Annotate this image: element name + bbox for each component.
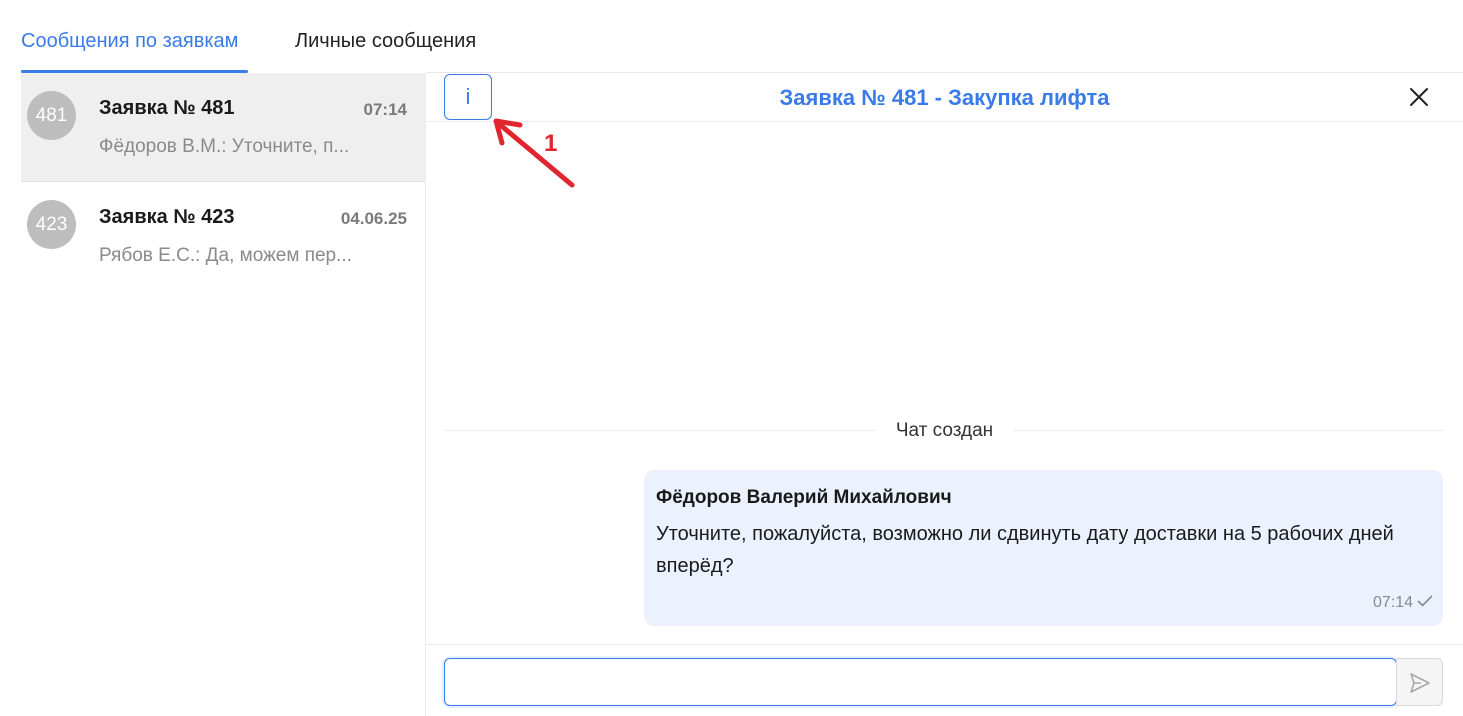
tab-bar: Сообщения по заявкам Личные сообщения xyxy=(21,0,1463,73)
chat-panel: i Заявка № 481 - Закупка лифта 1 Чат соз… xyxy=(426,73,1463,716)
annotation-arrow-icon xyxy=(493,118,575,188)
message-input[interactable] xyxy=(444,658,1397,706)
annotation-number: 1 xyxy=(544,130,558,157)
conversation-time: 04.06.25 xyxy=(340,209,407,228)
conversation-time: 07:14 xyxy=(363,100,407,119)
conversation-title: Заявка № 481 xyxy=(99,97,235,119)
send-icon xyxy=(1410,673,1430,693)
message-bubble: Фёдоров Валерий Михайлович Уточните, пож… xyxy=(644,470,1443,626)
avatar: 423 xyxy=(27,200,76,249)
send-button[interactable] xyxy=(1396,658,1443,706)
conversation-item-481[interactable]: 481 Заявка № 481 07:14 Фёдоров В.М.: Уто… xyxy=(21,73,425,182)
avatar: 481 xyxy=(27,91,76,140)
message-author: Фёдоров Валерий Михайлович xyxy=(656,487,952,508)
conversation-preview: Фёдоров В.М.: Уточните, п... xyxy=(99,136,350,157)
message-time: 07:14 xyxy=(1372,594,1413,611)
tab-request-messages[interactable]: Сообщения по заявкам xyxy=(21,28,238,54)
close-icon[interactable] xyxy=(1407,85,1431,109)
conversation-item-423[interactable]: 423 Заявка № 423 04.06.25 Рябов Е.С.: Да… xyxy=(21,182,425,291)
conversation-list: 481 Заявка № 481 07:14 Фёдоров В.М.: Уто… xyxy=(21,73,426,716)
conversation-preview: Рябов Е.С.: Да, можем пер... xyxy=(99,245,352,266)
chat-title: Заявка № 481 - Закупка лифта xyxy=(779,85,1110,110)
message-text: Уточните, пожалуйста, возможно ли сдвину… xyxy=(656,523,1394,577)
tab-personal-messages[interactable]: Личные сообщения xyxy=(295,28,476,54)
chat-header: i Заявка № 481 - Закупка лифта xyxy=(426,73,1463,122)
message-meta: 07:14 xyxy=(1373,594,1433,612)
check-icon xyxy=(1417,594,1433,611)
message-composer xyxy=(426,644,1463,716)
conversation-title: Заявка № 423 xyxy=(99,206,235,228)
system-message-text: Чат создан xyxy=(875,420,1014,441)
system-message: Чат создан xyxy=(426,420,1463,442)
